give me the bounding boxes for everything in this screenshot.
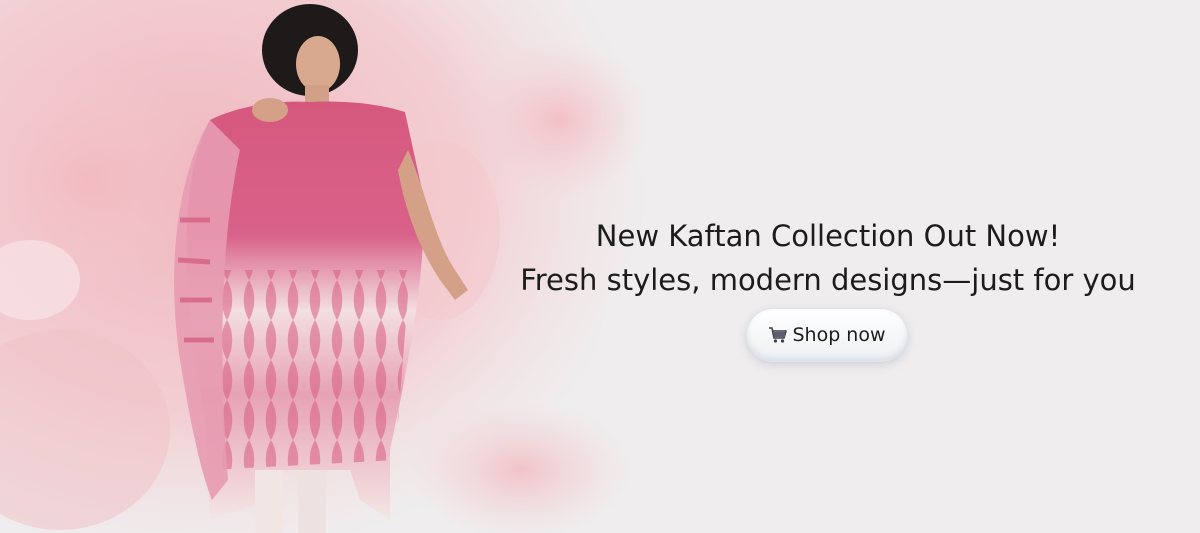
headline-line-2: Fresh styles, modern designs—just for yo… — [520, 263, 1136, 297]
headline-line-1: New Kaftan Collection Out Now! — [595, 219, 1061, 253]
model-photo — [174, 4, 468, 533]
hero-banner: New Kaftan Collection Out Now! Fresh sty… — [0, 0, 1200, 533]
promo-headline: New Kaftan Collection Out Now! Fresh sty… — [480, 214, 1176, 302]
shop-now-button[interactable]: Shop now — [747, 309, 907, 361]
shop-now-label: Shop now — [792, 324, 886, 346]
shopping-cart-icon — [769, 327, 788, 343]
